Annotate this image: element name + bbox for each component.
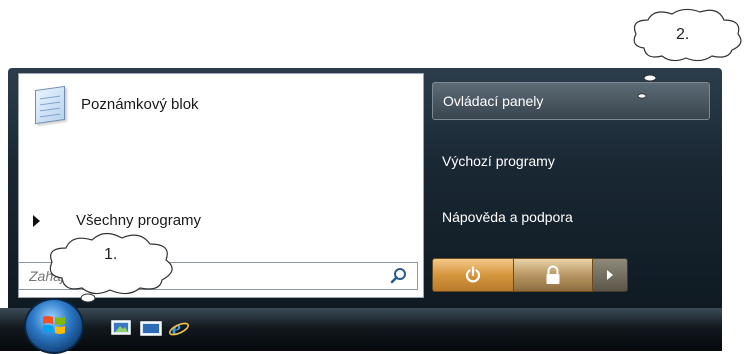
taskbar — [0, 308, 722, 351]
program-item-notepad[interactable]: Poznámkový blok — [31, 84, 411, 125]
switch-windows-icon[interactable] — [140, 317, 162, 339]
windows-start-orb[interactable] — [24, 298, 84, 354]
windows-flag-icon — [43, 316, 65, 334]
internet-explorer-icon[interactable]: e — [168, 317, 190, 339]
arrow-right-icon — [33, 214, 40, 227]
callout-label-2: 2. — [676, 26, 690, 43]
power-controls — [432, 258, 628, 292]
arrow-right-icon — [607, 270, 613, 280]
callout-tail-2 — [637, 74, 657, 99]
show-desktop-icon[interactable] — [110, 317, 132, 339]
search-icon[interactable] — [389, 266, 409, 286]
lock-icon — [546, 265, 560, 284]
notepad-icon — [31, 85, 67, 125]
callout-label-1: 1. — [104, 246, 118, 263]
shutdown-options-button[interactable] — [593, 258, 628, 292]
default-programs-item[interactable]: Výchozí programy — [432, 142, 710, 180]
callout-cloud-1 — [49, 232, 173, 303]
default-programs-label: Výchozí programy — [442, 153, 555, 169]
help-support-label: Nápověda a podpora — [442, 209, 573, 225]
help-support-item[interactable]: Nápověda a podpora — [432, 198, 710, 236]
control-panel-item[interactable]: Ovládací panely — [432, 82, 710, 120]
power-icon — [465, 266, 481, 283]
power-button[interactable] — [432, 258, 514, 292]
program-label: Poznámkový blok — [81, 95, 199, 113]
lock-button[interactable] — [514, 258, 593, 292]
control-panel-label: Ovládací panely — [443, 93, 544, 109]
